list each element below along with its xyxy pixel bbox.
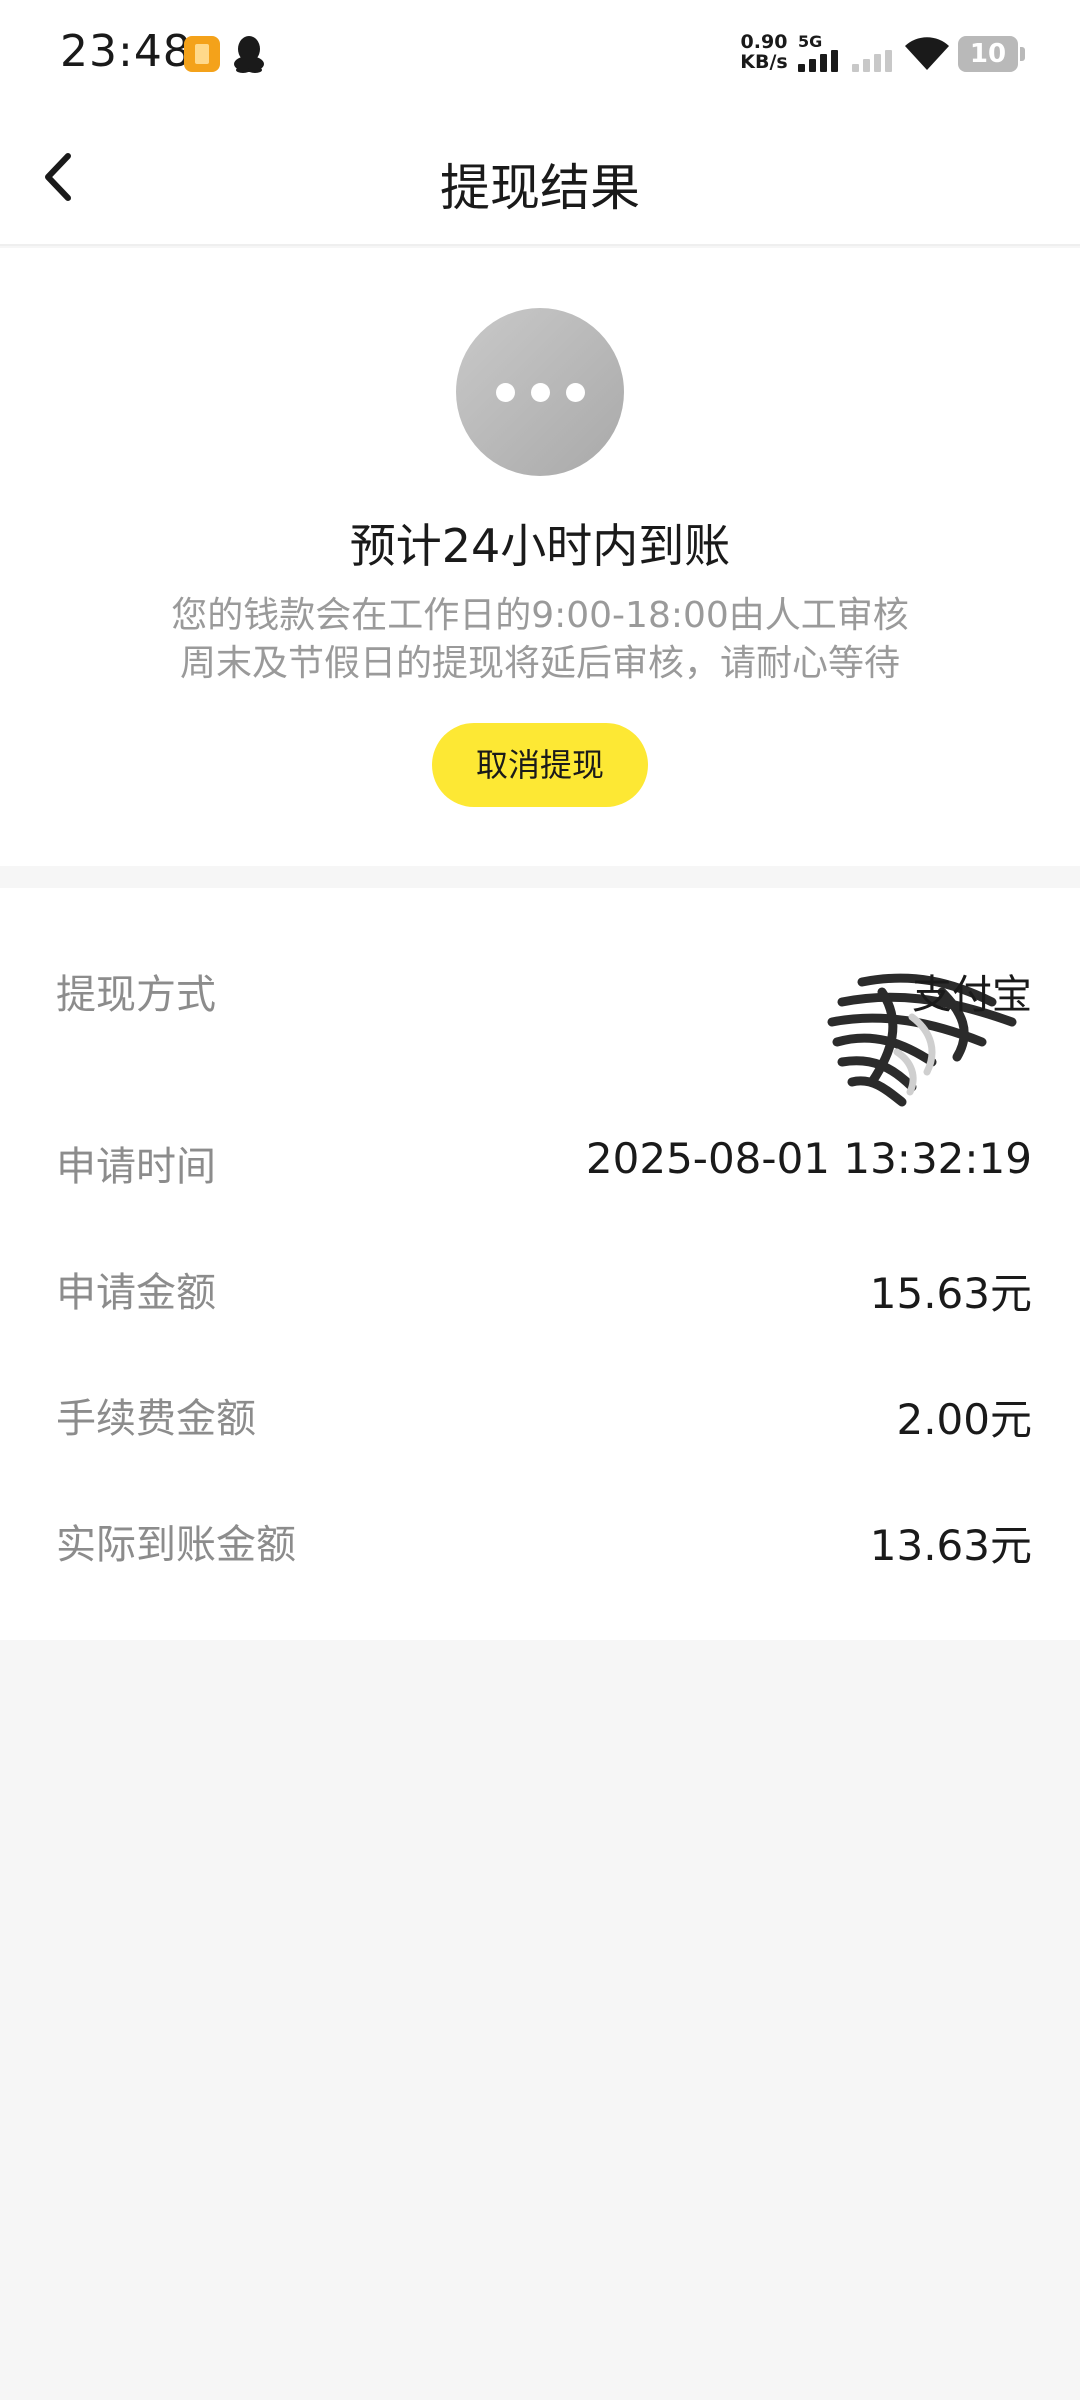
actual-amount-value: 13.63元	[869, 1521, 1032, 1570]
cancel-withdraw-button[interactable]: 取消提现	[432, 723, 648, 807]
result-desc-line2: 周末及节假日的提现将延后审核，请耐心等待	[179, 643, 900, 684]
detail-row-fee: 手续费金额 2.00元	[56, 1386, 1032, 1456]
network-speed-unit: KB/s	[740, 51, 788, 73]
page-title: 提现结果	[440, 159, 640, 217]
battery-icon: 10	[958, 36, 1025, 72]
fee-label: 手续费金额	[56, 1396, 256, 1442]
apply-amount-label: 申请金额	[56, 1270, 216, 1316]
apply-time-label: 申请时间	[56, 1144, 216, 1190]
apply-time-value: 2025-08-01 13:32:19	[585, 1134, 1032, 1183]
apply-amount-value: 15.63元	[869, 1269, 1032, 1318]
withdraw-detail-card: 提现方式 支付宝 申请时间 2025-08-01 13:32:19 申请金额 1	[0, 888, 1080, 1640]
network-speed-value: 0.90	[740, 31, 788, 53]
withdraw-result-card: 预计24小时内到账 您的钱款会在工作日的9:00-18:00由人工审核 周末及节…	[0, 248, 1080, 866]
qq-icon	[234, 36, 264, 73]
method-label: 提现方式	[56, 972, 216, 1018]
battery-level: 10	[969, 39, 1007, 69]
nav-header: 提现结果	[0, 108, 1080, 246]
actual-amount-label: 实际到账金额	[56, 1522, 296, 1568]
app-notification-icon	[184, 36, 220, 72]
dot	[496, 383, 515, 402]
status-time: 23:48	[60, 26, 192, 77]
detail-row-apply-amount: 申请金额 15.63元	[56, 1260, 1032, 1330]
result-desc-line1: 您的钱款会在工作日的9:00-18:00由人工审核	[171, 595, 909, 636]
detail-row-actual-amount: 实际到账金额 13.63元	[56, 1512, 1032, 1582]
detail-row-apply-time: 申请时间 2025-08-01 13:32:19	[56, 1134, 1032, 1204]
status-bar: 23:48 0.90 KB/s 5G 10	[0, 0, 1080, 108]
redaction-scribble	[827, 973, 1017, 1107]
fee-value: 2.00元	[896, 1395, 1032, 1444]
dot	[566, 383, 585, 402]
detail-row-method: 提现方式 支付宝	[56, 962, 1032, 1107]
result-title: 预计24小时内到账	[349, 519, 731, 573]
wifi-icon	[905, 37, 949, 70]
dot	[531, 383, 550, 402]
more-dots-icon	[456, 308, 624, 476]
network-type: 5G	[798, 32, 823, 51]
signal-icon	[852, 50, 892, 72]
signal-icon	[798, 50, 838, 72]
network-speed: 0.90 KB/s	[736, 32, 792, 72]
